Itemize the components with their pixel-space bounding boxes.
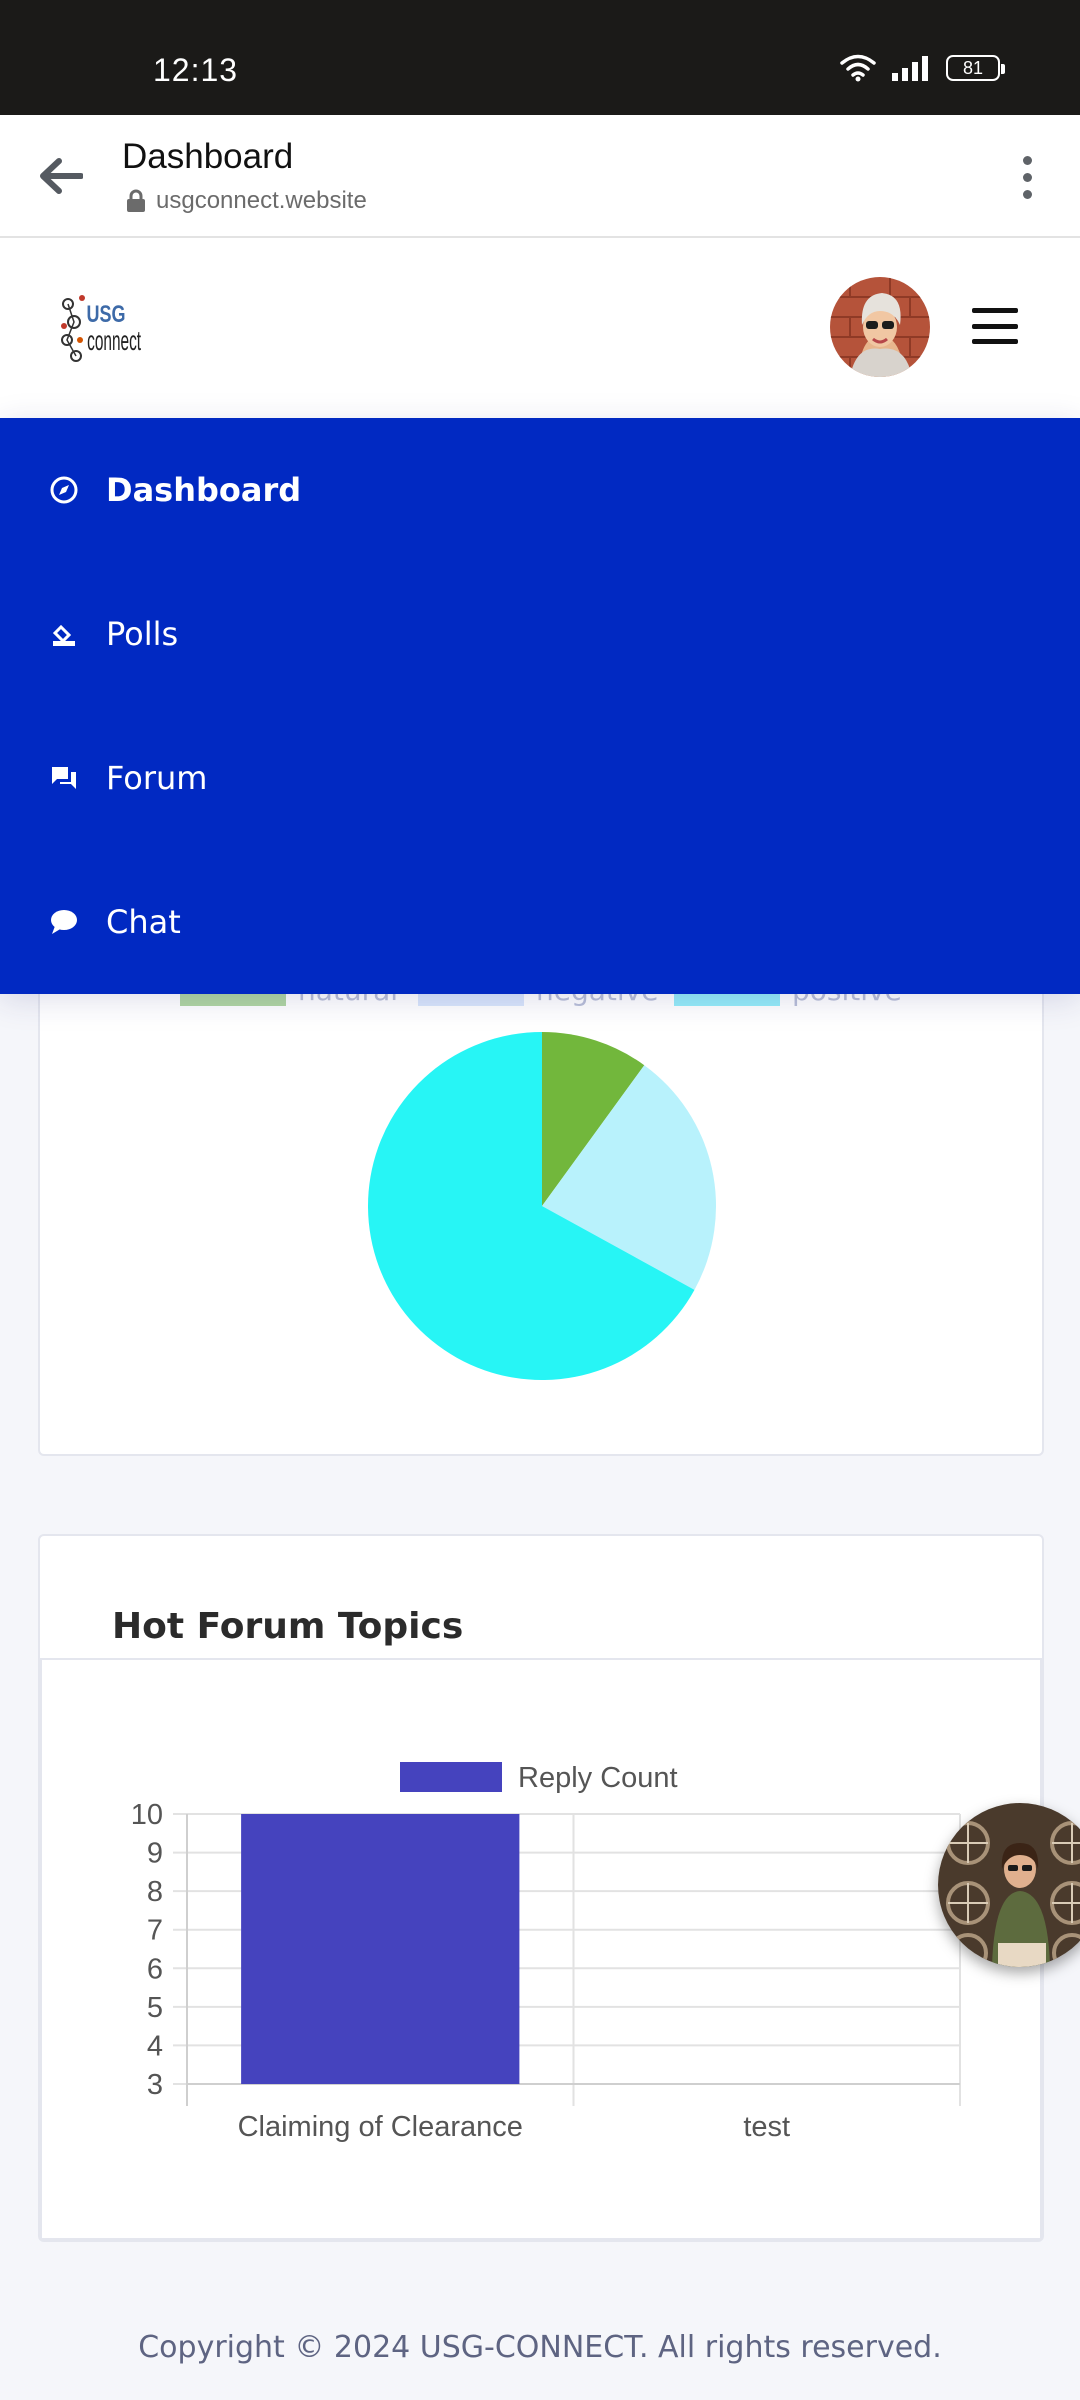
hamburger-line — [972, 339, 1018, 344]
status-time: 12:13 — [153, 52, 239, 88]
status-bar: 12:13 81 — [0, 0, 1080, 115]
back-button[interactable] — [32, 147, 90, 205]
y-tick-label: 3 — [147, 2069, 163, 2101]
svg-text:USG: USG — [87, 302, 126, 328]
y-tick-label: 4 — [147, 2030, 163, 2062]
compass-icon — [48, 474, 80, 506]
nav-item-label: Forum — [106, 759, 208, 797]
reply-count-bar-chart: Reply Count 3 4 5 6 7 8 9 10 Claiming of Clearanc… — [131, 1762, 961, 2143]
browser-menu-button[interactable] — [1002, 147, 1052, 207]
user-avatar[interactable] — [830, 277, 930, 377]
dot — [1022, 155, 1032, 165]
browser-url[interactable]: usgconnect.website — [126, 187, 367, 215]
y-tick-label: 10 — [131, 1799, 163, 1831]
nav-item-polls[interactable]: Polls — [0, 562, 1080, 706]
nav-item-chat[interactable]: Chat — [0, 850, 1080, 994]
footer-copyright: Copyright © 2024 USG-CONNECT. All rights… — [138, 2330, 942, 2365]
battery-icon: 81 — [946, 55, 1005, 81]
chat-bubbles-icon — [48, 762, 80, 794]
svg-text:connect: connect — [87, 325, 141, 356]
ballot-icon — [48, 618, 80, 650]
status-icons: 81 — [840, 54, 1005, 82]
nav-item-label: Chat — [106, 903, 181, 941]
url-text: usgconnect.website — [156, 187, 367, 214]
dot — [1022, 189, 1032, 199]
forum-card-title: Hot Forum Topics — [112, 1606, 464, 1647]
hamburger-line — [972, 323, 1018, 329]
arrow-left-icon — [40, 158, 83, 194]
legend-label-reply-count: Reply Count — [518, 1762, 678, 1794]
nav-item-dashboard[interactable]: Dashboard — [0, 418, 1080, 562]
browser-page-title: Dashboard — [122, 137, 294, 176]
browser-toolbar: Dashboard usgconnect.website — [0, 115, 1080, 238]
wifi-icon — [840, 54, 876, 82]
hamburger-line — [972, 308, 1018, 313]
x-tick-label: test — [743, 2111, 790, 2143]
y-tick-label: 5 — [147, 1992, 163, 2024]
nav-item-forum[interactable]: Forum — [0, 706, 1080, 850]
sentiment-pie-chart — [368, 1032, 716, 1380]
legend-swatch-reply-count — [400, 1762, 502, 1792]
bar-0 — [241, 1814, 520, 2084]
signal-icon — [892, 56, 928, 81]
hamburger-menu-button[interactable] — [972, 308, 1018, 344]
site-header: USG connect — [0, 238, 1080, 418]
x-tick-label: Claiming of Clearance — [238, 2111, 523, 2143]
y-tick-label: 8 — [147, 1876, 163, 1908]
chat-icon — [48, 906, 80, 938]
dot — [1022, 172, 1032, 182]
nav-item-label: Dashboard — [106, 471, 302, 509]
lock-icon — [127, 189, 145, 212]
nav-menu: Dashboard Polls Forum Chat — [0, 418, 1080, 994]
y-tick-label: 6 — [147, 1953, 163, 1985]
nav-item-label: Polls — [106, 615, 179, 653]
y-tick-label: 7 — [147, 1915, 163, 1947]
usg-connect-logo[interactable]: USG connect — [58, 282, 142, 372]
y-tick-label: 9 — [147, 1838, 163, 1870]
